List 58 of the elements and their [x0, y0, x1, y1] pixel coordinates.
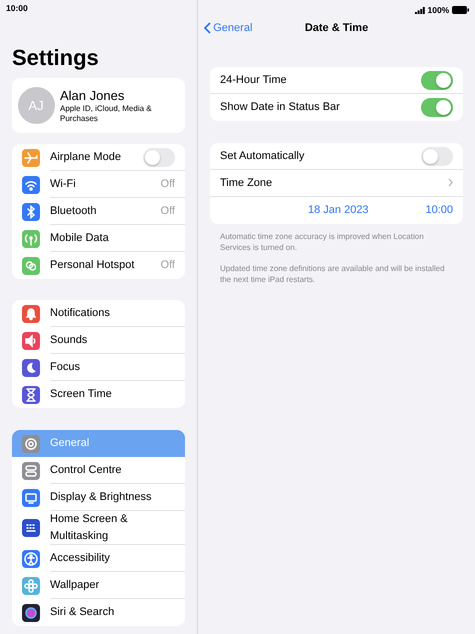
item-label: Bluetooth — [50, 204, 96, 219]
sidebar-item[interactable]: Screen Time — [12, 381, 185, 408]
sidebar-item[interactable]: Siri & Search — [12, 599, 185, 626]
item-label: Sounds — [50, 332, 88, 348]
item-label: Siri & Search — [50, 605, 114, 620]
battery-icon — [452, 4, 469, 16]
sidebar-item[interactable]: Accessibility — [12, 545, 185, 572]
item-label: General — [50, 436, 90, 451]
sidebar-item[interactable]: Notifications — [12, 300, 185, 327]
date-button[interactable]: 18 Jan 2023 — [308, 202, 369, 219]
back-button[interactable]: General — [204, 20, 252, 36]
sidebar-item[interactable]: Airplane Mode — [12, 144, 185, 171]
item-label: Airplane Mode — [50, 150, 121, 165]
item-label: Personal Hotspot — [50, 258, 134, 274]
toggle-switch[interactable] — [421, 146, 453, 166]
item-value: Off — [160, 258, 175, 274]
avatar: AJ — [18, 87, 54, 124]
profile-subtitle: Apple ID, iCloud, Media & Purchases — [60, 104, 153, 124]
sidebar-item[interactable]: Display & Brightness — [12, 484, 185, 511]
item-label: Screen Time — [50, 387, 112, 402]
chevron-icon — [204, 20, 210, 36]
item-value: Off — [160, 176, 175, 192]
profile-card[interactable]: AJ Alan Jones Apple ID, iCloud, Media & Purchases — [12, 78, 185, 133]
item-label: Focus — [50, 360, 80, 375]
item-label: Control Centre — [50, 462, 122, 478]
sidebar-item[interactable]: Wi-Fi Off — [12, 171, 185, 198]
item-label: Wallpaper — [50, 578, 100, 593]
sidebar-item[interactable]: Control Centre — [12, 457, 185, 484]
item-label: Wi-Fi — [50, 176, 76, 192]
sidebar-item[interactable]: Personal Hotspot Off — [12, 252, 185, 279]
sidebar-item[interactable]: Wallpaper — [12, 572, 185, 599]
sidebar-item[interactable]: Bluetooth Off — [12, 198, 185, 225]
sidebar-item[interactable]: Home Screen & Multitasking — [12, 511, 185, 545]
sidebar-item[interactable]: Focus — [12, 354, 185, 381]
footnote-text: Automatic time zone accuracy is improved when Location Services is turned on. — [219, 231, 425, 253]
setting-label: Time Zone — [220, 176, 272, 191]
setting-label: 24-Hour Time — [220, 72, 287, 88]
sidebar-item[interactable]: Mobile Data — [12, 225, 185, 252]
status-time: 10:00 — [6, 3, 28, 13]
setting-label: Set Automatically — [220, 148, 304, 164]
page-title: Settings — [12, 44, 100, 72]
footnote-text: Updated time zone definitions are available and will be installed the next time iPad restarts. — [219, 263, 446, 285]
item-label: Accessibility — [50, 550, 110, 566]
toggle-switch[interactable] — [421, 70, 453, 90]
item-label: Mobile Data — [50, 230, 109, 246]
toggle-switch[interactable] — [421, 98, 453, 117]
toggle-switch[interactable] — [143, 148, 175, 166]
battery-level: 100% — [428, 4, 450, 16]
time-button[interactable]: 10:00 — [425, 202, 453, 219]
item-label: Notifications — [50, 306, 110, 321]
item-label: Display & Brightness — [50, 490, 152, 505]
profile-name: Alan Jones — [60, 88, 126, 104]
item-value: Off — [160, 204, 175, 219]
item-label: Home Screen & Multitasking — [50, 512, 129, 544]
screen-title: Date & Time — [304, 20, 368, 36]
setting-row[interactable]: Time Zone — [210, 170, 463, 197]
sidebar-item[interactable]: Sounds — [12, 327, 185, 354]
setting-label: Show Date in Status Bar — [220, 100, 340, 116]
